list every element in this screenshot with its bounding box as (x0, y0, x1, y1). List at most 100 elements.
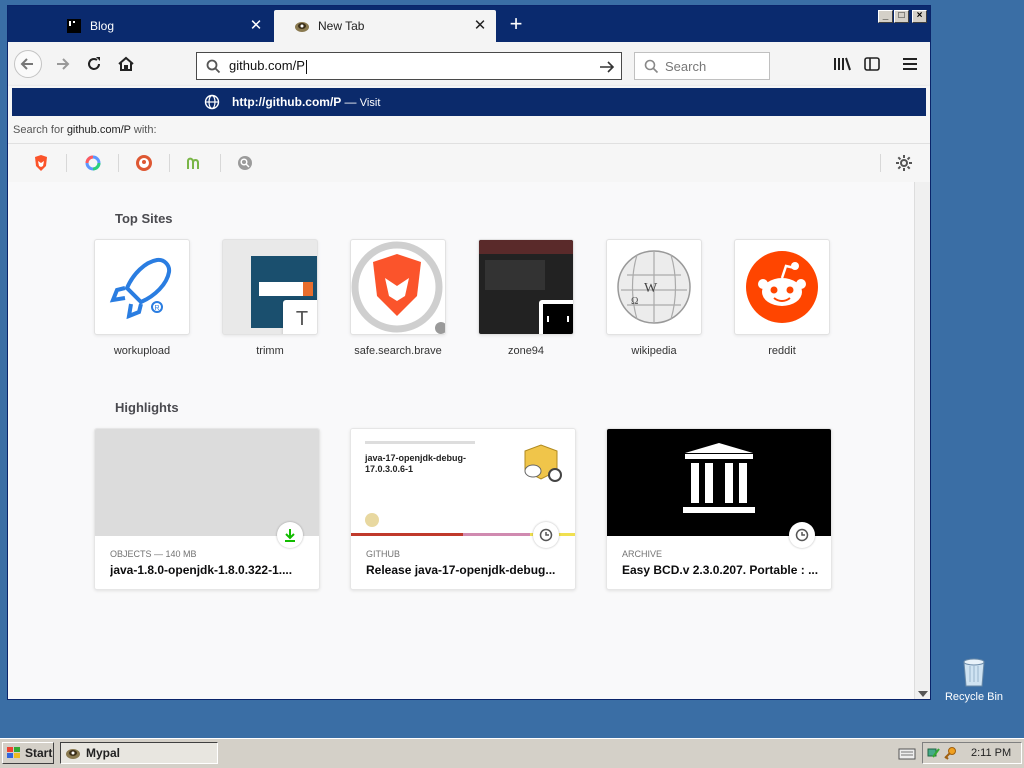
site-icon-badge (539, 300, 573, 334)
forward-button[interactable] (48, 50, 76, 78)
highlight-preview: java-17-openjdk-debug-17.0.3.0.6-1 (351, 429, 575, 536)
blog-favicon-icon (66, 18, 82, 34)
highlight-context: ARCHIVE (622, 549, 663, 559)
highlight-title: Easy BCD.v 2.3.0.207. Portable : ... (622, 563, 819, 577)
site-tile[interactable] (734, 239, 830, 335)
clock-icon (789, 522, 815, 548)
top-site-safe-search-brave[interactable]: safe.search.brave (350, 239, 446, 357)
address-input[interactable]: github.com/P (229, 58, 305, 73)
recycle-bin[interactable]: Recycle Bin (944, 656, 1004, 703)
search-icon (644, 59, 659, 74)
text-caret (305, 59, 307, 74)
tab-label: New Tab (318, 19, 365, 33)
browser-window: Blog ✕ New Tab ✕ + _ □ × github.com/P Se… (7, 5, 931, 700)
library-icon (834, 57, 851, 71)
highlights-title: Highlights (115, 400, 179, 415)
highlight-preview (607, 429, 831, 536)
mojeek-icon[interactable] (184, 152, 206, 174)
site-screenshot-header (479, 240, 573, 254)
new-tab-button[interactable]: + (504, 12, 528, 36)
back-arrow-icon (20, 58, 33, 70)
clock-icon (533, 522, 559, 548)
close-tab-icon[interactable]: ✕ (248, 17, 264, 34)
suggestion-url-line: http://github.com/P — Visit (232, 95, 380, 109)
taskbar: Start Mypal 2:11 PM (0, 738, 1024, 768)
internet-archive-logo-icon (683, 443, 755, 513)
home-icon (118, 56, 134, 71)
start-button[interactable]: Start (2, 742, 54, 764)
library-button[interactable] (828, 50, 856, 78)
site-tile[interactable] (350, 239, 446, 335)
site-tile[interactable] (478, 239, 574, 335)
recycle-bin-icon (963, 658, 985, 687)
site-screenshot-body (485, 260, 545, 290)
suggestion-url: http://github.com/P (232, 95, 342, 109)
highlight-card[interactable]: java-17-openjdk-debug-17.0.3.0.6-1 GITHU… (350, 428, 576, 590)
tab-blog[interactable]: Blog ✕ (46, 10, 272, 42)
site-tile[interactable]: WΩ (606, 239, 702, 335)
highlight-context: OBJECTS — 140 MB (110, 549, 197, 559)
brave-icon[interactable] (30, 152, 52, 174)
sidebar-icon (864, 57, 880, 71)
duckduckgo-icon[interactable] (133, 152, 155, 174)
highlight-preview (95, 429, 319, 536)
minimize-button[interactable]: _ (878, 10, 893, 23)
site-label: trimm (256, 345, 284, 357)
site-tile[interactable]: R (94, 239, 190, 335)
search-box[interactable]: Search (634, 52, 770, 80)
suggestion-row[interactable]: http://github.com/P — Visit (12, 88, 926, 116)
search-placeholder: Search (665, 58, 707, 74)
close-window-button[interactable]: × (912, 10, 927, 23)
key-icon[interactable] (943, 746, 957, 760)
forward-arrow-icon (57, 58, 70, 70)
globe-icon (204, 94, 220, 110)
site-letter-badge: T (283, 300, 317, 334)
sidebar-button[interactable] (858, 50, 886, 78)
site-label: safe.search.brave (354, 345, 442, 357)
top-sites-title: Top Sites (115, 211, 173, 226)
address-bar[interactable]: github.com/P (196, 52, 622, 80)
tab-strip: Blog ✕ New Tab ✕ + _ □ × (8, 6, 930, 42)
highlight-card[interactable]: ARCHIVE Easy BCD.v 2.3.0.207. Portable :… (606, 428, 832, 590)
taskbar-item-label: Mypal (86, 746, 121, 760)
reload-button[interactable] (80, 50, 108, 78)
site-tile[interactable]: T (222, 239, 318, 335)
search-engine-bar (8, 143, 930, 182)
top-site-workupload[interactable]: R workupload (94, 239, 190, 357)
top-site-zone94[interactable]: zone94 (478, 239, 574, 357)
wikipedia-globe-icon: WΩ (617, 250, 691, 324)
svg-text:W: W (644, 281, 658, 296)
new-tab-page: Top Sites R workupload T trimm safe.sear… (8, 182, 914, 699)
workupload-logo-icon: R (109, 257, 172, 320)
highlight-title: java-1.8.0-openjdk-1.8.0.322-1.... (110, 563, 293, 577)
svg-text:R: R (155, 305, 160, 312)
windows-logo-icon (7, 747, 20, 758)
go-arrow-icon[interactable] (599, 59, 615, 75)
taskbar-item-mypal[interactable]: Mypal (60, 742, 218, 764)
gear-icon[interactable] (893, 152, 915, 174)
search-icon[interactable] (234, 152, 256, 174)
back-button[interactable] (14, 50, 42, 78)
download-icon (277, 522, 303, 548)
highlight-card[interactable]: OBJECTS — 140 MB java-1.8.0-openjdk-1.8.… (94, 428, 320, 590)
brave-lion-icon (351, 241, 445, 334)
preview-title: java-17-openjdk-debug-17.0.3.0.6-1 (365, 453, 467, 474)
top-site-wikipedia[interactable]: WΩ wikipedia (606, 239, 702, 357)
highlight-context: GITHUB (366, 549, 401, 559)
site-label: reddit (768, 345, 796, 357)
suggestion-action: Visit (359, 97, 381, 109)
top-site-trimm[interactable]: T trimm (222, 239, 318, 357)
close-tab-icon[interactable]: ✕ (472, 17, 488, 34)
qwant-icon[interactable] (82, 152, 104, 174)
scroll-down-icon[interactable] (918, 691, 928, 697)
network-icon[interactable] (927, 746, 941, 760)
maximize-button[interactable]: □ (894, 10, 909, 23)
menu-button[interactable] (896, 50, 924, 78)
home-button[interactable] (112, 50, 140, 78)
tab-new-tab[interactable]: New Tab ✕ (274, 10, 496, 42)
keyboard-icon[interactable] (898, 748, 916, 760)
scrollbar[interactable] (914, 182, 930, 699)
top-site-reddit[interactable]: reddit (734, 239, 830, 357)
site-label: workupload (113, 345, 171, 357)
mypal-icon (66, 749, 80, 759)
